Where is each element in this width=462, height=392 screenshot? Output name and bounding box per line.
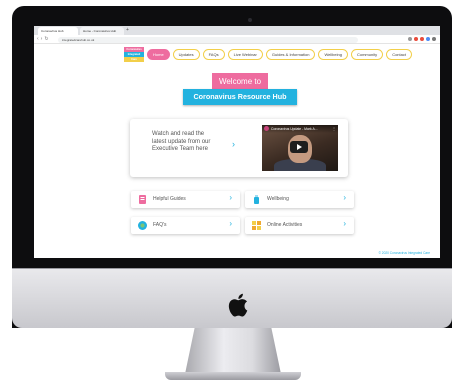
site-logo[interactable]: Coronavirus Integrated Care: [124, 47, 144, 63]
browser-tab[interactable]: Coronavirus Hub: [38, 27, 78, 35]
chevron-right-icon[interactable]: ›: [232, 139, 235, 149]
card-label: Online Activities: [267, 222, 303, 228]
video-card-line: Executive Team here: [152, 146, 208, 152]
video-title-bar: Coronavirus Update - Mark A... ⋮: [262, 125, 338, 133]
extension-icon[interactable]: [414, 37, 418, 41]
nav-item-contact[interactable]: Contact: [386, 49, 412, 60]
imac-stand-base: [165, 372, 301, 380]
video-update-card[interactable]: Watch and read the latest update from ou…: [130, 119, 348, 177]
menu-icon[interactable]: [432, 37, 436, 41]
screen: Coronavirus Hub Home - Coronavirus Hub +…: [34, 26, 440, 258]
url-input[interactable]: integratedcarehub.co.uk: [58, 36, 358, 43]
chevron-right-icon[interactable]: ›: [229, 193, 232, 202]
chevron-right-icon[interactable]: ›: [343, 219, 346, 228]
browser-address-bar: ‹›↻ integratedcarehub.co.uk: [34, 35, 440, 44]
nav-item-updates[interactable]: Updates: [172, 49, 200, 60]
imac-stand: [185, 328, 281, 374]
play-button[interactable]: [290, 141, 308, 153]
extension-icon[interactable]: [426, 37, 430, 41]
chevron-right-icon[interactable]: ›: [229, 219, 232, 228]
browser-extension-icons[interactable]: [408, 37, 436, 41]
puzzle-icon: [252, 221, 261, 230]
more-options-icon[interactable]: ⋮: [332, 126, 336, 131]
main-nav: Home Updates FAQs Live Webinar Guides & …: [147, 49, 412, 60]
chevron-right-icon[interactable]: ›: [343, 193, 346, 202]
bookmark-icon[interactable]: [408, 37, 412, 41]
video-title[interactable]: Coronavirus Update - Mark A...: [271, 127, 318, 131]
faq-chat-icon: [138, 221, 147, 230]
channel-avatar-icon: [264, 126, 269, 131]
card-label: Helpful Guides: [153, 196, 186, 202]
nav-item-wellbeing[interactable]: Wellbeing: [318, 49, 348, 60]
nav-item-guides[interactable]: Guides & Information: [265, 49, 316, 60]
logo-line: Care: [124, 57, 144, 62]
wellbeing-bottle-icon: [254, 195, 259, 204]
guide-book-icon: [139, 195, 146, 204]
nav-item-home[interactable]: Home: [147, 49, 170, 60]
site-header: Coronavirus Integrated Care Home Updates…: [34, 45, 440, 65]
extension-icon[interactable]: [420, 37, 424, 41]
nav-item-live-webinar[interactable]: Live Webinar: [227, 49, 263, 60]
browser-nav-icons[interactable]: ‹›↻: [37, 36, 51, 42]
nav-item-faqs[interactable]: FAQs: [202, 49, 225, 60]
card-helpful-guides[interactable]: Helpful Guides ›: [131, 191, 240, 208]
footer-copyright: © 2020 Coronavirus Integrated Care: [378, 251, 430, 255]
browser-tab[interactable]: Home - Coronavirus Hub: [80, 27, 124, 35]
card-label: Wellbeing: [267, 196, 289, 202]
video-player[interactable]: Coronavirus Update - Mark A... ⋮: [262, 125, 338, 171]
card-online-activities[interactable]: Online Activities ›: [245, 217, 354, 234]
card-wellbeing[interactable]: Wellbeing ›: [245, 191, 354, 208]
card-label: FAQ's: [153, 222, 167, 228]
browser-tab-bar: Coronavirus Hub Home - Coronavirus Hub +: [34, 26, 440, 35]
new-tab-icon[interactable]: +: [126, 27, 129, 33]
video-card-line: Watch and read the: [152, 131, 205, 137]
camera-icon: [248, 18, 252, 22]
apple-logo-icon: [228, 293, 248, 317]
nav-item-community[interactable]: Community: [350, 49, 384, 60]
card-faqs[interactable]: FAQ's ›: [131, 217, 240, 234]
video-card-line: latest update from our: [152, 138, 211, 145]
video-card-text: Watch and read the latest update from ou…: [152, 131, 224, 154]
page-title: Coronavirus Resource Hub: [183, 89, 297, 105]
